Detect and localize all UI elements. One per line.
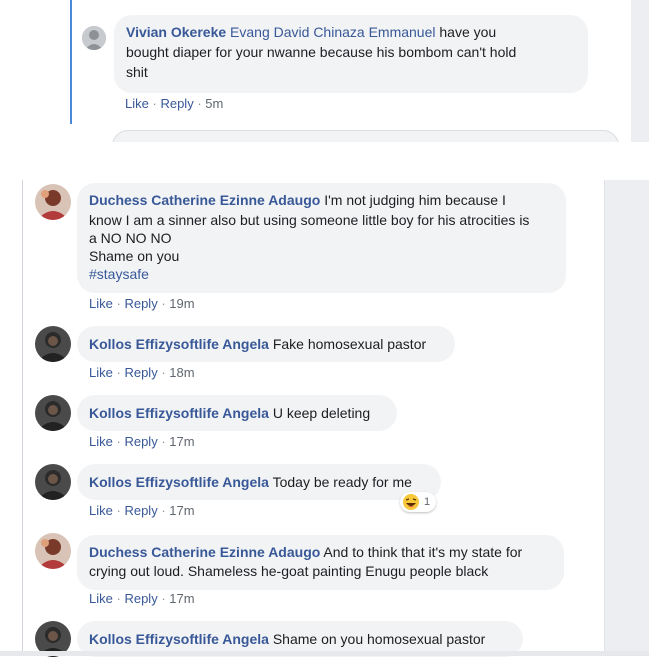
comment-time[interactable]: 17m	[169, 591, 194, 606]
laughing-emoji-icon	[403, 494, 419, 510]
comment-author[interactable]: Duchess Catherine Ezinne Adaugo	[89, 192, 320, 208]
comment-bubble: Vivian Okereke Evang David Chinaza Emman…	[114, 15, 588, 93]
separator: ·	[197, 96, 202, 111]
comment-time[interactable]: 17m	[169, 434, 194, 449]
comment-author[interactable]: Kollos Effizysoftlife Angela	[89, 474, 269, 490]
avatar-photo-icon	[82, 26, 106, 50]
comment-bubble: Kollos Effizysoftlife Angela Fake homose…	[77, 326, 455, 362]
like-button[interactable]: Like	[89, 434, 113, 449]
avatar[interactable]	[82, 26, 106, 50]
reaction-badge[interactable]: 1	[400, 492, 437, 512]
spacer	[0, 142, 649, 180]
comment-time[interactable]: 5m	[205, 96, 223, 111]
avatar[interactable]	[35, 533, 71, 569]
hashtag-link[interactable]: #staysafe	[89, 265, 149, 283]
bottom-border	[0, 651, 649, 656]
like-button[interactable]: Like	[89, 296, 113, 311]
comment-actions: Like · Reply · 17m	[89, 591, 195, 606]
comment-text: I'm not judging him because I	[320, 192, 506, 208]
comments-panel: Duchess Catherine Ezinne Adaugo I'm not …	[0, 180, 649, 657]
comment-author[interactable]: Kollos Effizysoftlife Angela	[89, 336, 269, 352]
comment-author[interactable]: Kollos Effizysoftlife Angela	[89, 405, 269, 421]
comment-text: know I am a sinner also but using someon…	[89, 212, 530, 228]
comment-actions: Like · Reply · 19m	[89, 296, 195, 311]
reply-button[interactable]: Reply	[124, 591, 157, 606]
separator: ·	[161, 296, 166, 311]
separator: ·	[161, 503, 166, 518]
separator: ·	[161, 591, 166, 606]
comment-text: Today be ready for me	[268, 474, 412, 490]
avatar-photo-icon	[35, 184, 71, 220]
avatar[interactable]	[35, 184, 71, 220]
separator: ·	[116, 503, 121, 518]
comment-actions: Like · Reply · 17m	[89, 503, 195, 518]
avatar[interactable]	[35, 464, 71, 500]
avatar-photo-icon	[35, 395, 71, 431]
comment-text: U keep deleting	[268, 405, 371, 421]
comment-bubble: Duchess Catherine Ezinne Adaugo And to t…	[77, 535, 564, 590]
avatar[interactable]	[35, 326, 71, 362]
separator: ·	[116, 591, 121, 606]
comment-text: shit	[126, 64, 148, 80]
reply-button[interactable]: Reply	[124, 434, 157, 449]
comment-time[interactable]: 18m	[169, 365, 194, 380]
scroll-strip	[631, 0, 649, 142]
comment-text: And to think that it's my state for	[320, 544, 523, 560]
scroll-strip	[604, 180, 649, 656]
reply-button[interactable]: Reply	[160, 96, 193, 111]
reply-button[interactable]: Reply	[124, 503, 157, 518]
separator: ·	[116, 296, 121, 311]
comment-text: have you	[435, 24, 497, 40]
separator: ·	[116, 365, 121, 380]
reply-button[interactable]: Reply	[124, 365, 157, 380]
comment-bubble: Duchess Catherine Ezinne Adaugo I'm not …	[77, 183, 566, 293]
thread-line	[70, 0, 72, 124]
separator: ·	[161, 365, 166, 380]
avatar-photo-icon	[35, 464, 71, 500]
comment-author[interactable]: Duchess Catherine Ezinne Adaugo	[89, 544, 320, 560]
separator: ·	[116, 434, 121, 449]
thread-line	[22, 180, 23, 656]
avatar-photo-icon	[35, 533, 71, 569]
comment-time[interactable]: 19m	[169, 296, 194, 311]
like-button[interactable]: Like	[89, 365, 113, 380]
tagged-user[interactable]: Evang David Chinaza Emmanuel	[230, 24, 435, 40]
comment-bubble: Kollos Effizysoftlife Angela U keep dele…	[77, 395, 397, 431]
comment-text: Shame on you homosexual pastor	[268, 631, 486, 647]
top-comment-panel: Vivian Okereke Evang David Chinaza Emman…	[0, 0, 649, 162]
like-button[interactable]: Like	[89, 591, 113, 606]
comment-text: a NO NO NO	[89, 230, 172, 246]
reaction-count: 1	[424, 496, 431, 508]
separator: ·	[152, 96, 157, 111]
comment-author[interactable]: Kollos Effizysoftlife Angela	[89, 631, 269, 647]
comment-actions: Like · Reply · 18m	[89, 365, 195, 380]
comment-actions: Like · Reply · 17m	[89, 434, 195, 449]
comment-text: Shame on you	[89, 248, 180, 264]
like-button[interactable]: Like	[125, 96, 149, 111]
comment-author[interactable]: Vivian Okereke	[126, 24, 226, 40]
comment-text: Fake homosexual pastor	[268, 336, 427, 352]
comment-text: crying out loud. Shameless he-goat paint…	[89, 563, 489, 579]
avatar-photo-icon	[35, 326, 71, 362]
comment-text: bought diaper for your nwanne because hi…	[126, 44, 517, 60]
avatar[interactable]	[35, 395, 71, 431]
reply-button[interactable]: Reply	[124, 296, 157, 311]
comment-time[interactable]: 17m	[169, 503, 194, 518]
like-button[interactable]: Like	[89, 503, 113, 518]
comment-actions: Like · Reply · 5m	[125, 96, 223, 111]
separator: ·	[161, 434, 166, 449]
comment-bubble: Kollos Effizysoftlife Angela Today be re…	[77, 464, 441, 500]
